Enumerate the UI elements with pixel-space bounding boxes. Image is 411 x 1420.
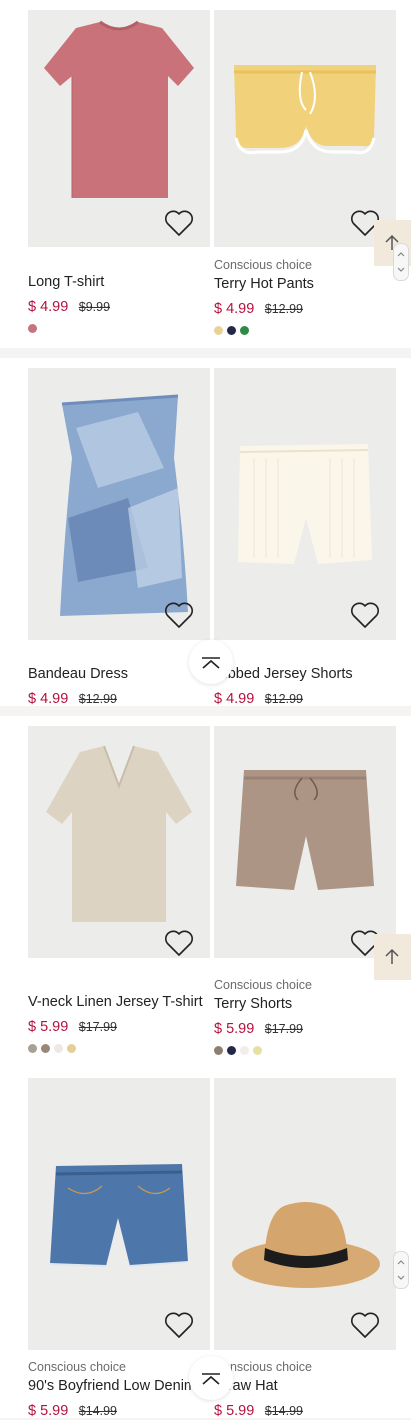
chevron-up-icon <box>202 657 220 669</box>
original-price: $9.99 <box>78 300 111 314</box>
product-image[interactable] <box>214 368 396 640</box>
chevron-up-icon <box>202 1373 220 1385</box>
color-swatch[interactable] <box>214 326 223 335</box>
product-title[interactable]: Ribbed Jersey Shorts <box>214 666 353 682</box>
conscious-choice-badge: Conscious choice <box>28 1360 126 1374</box>
back-to-top-tab[interactable] <box>374 934 411 980</box>
original-price: $12.99 <box>264 692 304 706</box>
back-to-top-button[interactable] <box>189 1356 233 1400</box>
sale-price: $ 5.99 <box>28 1403 69 1419</box>
color-swatch[interactable] <box>240 1046 249 1055</box>
original-price: $12.99 <box>78 692 118 706</box>
product-card[interactable]: Ribbed Jersey Shorts $ 4.99 $12.99 <box>214 368 396 707</box>
price-row: $ 5.99 $17.99 <box>214 1020 303 1038</box>
conscious-choice-badge: Conscious choice <box>214 978 312 992</box>
back-to-top-button[interactable] <box>189 640 233 684</box>
product-title[interactable]: Long T-shirt <box>28 274 104 290</box>
product-row-1: Long T-shirt $ 4.99 $9.99 Conscious choi… <box>0 0 411 348</box>
heart-icon[interactable] <box>164 1311 194 1339</box>
color-swatch[interactable] <box>28 324 37 333</box>
heart-icon[interactable] <box>164 929 194 957</box>
price-row: $ 5.99 $17.99 <box>28 1018 117 1036</box>
sale-price: $ 4.99 <box>28 299 69 315</box>
product-title[interactable]: Terry Hot Pants <box>214 276 314 292</box>
product-card[interactable]: Long T-shirt $ 4.99 $9.99 <box>28 10 210 340</box>
color-swatch[interactable] <box>214 1046 223 1055</box>
color-swatch[interactable] <box>67 1044 76 1053</box>
color-swatch[interactable] <box>28 1044 37 1053</box>
color-swatches <box>28 324 37 333</box>
heart-icon[interactable] <box>350 601 380 629</box>
sale-price: $ 4.99 <box>214 301 255 317</box>
price-row: $ 4.99 $12.99 <box>214 300 303 318</box>
sale-price: $ 4.99 <box>214 691 255 707</box>
product-title[interactable]: Bandeau Dress <box>28 666 128 682</box>
color-swatch[interactable] <box>54 1044 63 1053</box>
original-price: $14.99 <box>78 1404 118 1418</box>
color-swatch[interactable] <box>240 326 249 335</box>
sale-price: $ 5.99 <box>214 1021 255 1037</box>
price-row: $ 5.99 $14.99 <box>28 1402 117 1420</box>
product-card[interactable]: Conscious choice Straw Hat $ 5.99 $14.99 <box>214 1078 396 1420</box>
original-price: $12.99 <box>264 302 304 316</box>
product-image[interactable] <box>214 1078 396 1350</box>
color-swatch[interactable] <box>227 1046 236 1055</box>
product-card[interactable]: V-neck Linen Jersey T-shirt $ 5.99 $17.9… <box>28 726 210 1060</box>
scroll-indicator[interactable] <box>393 1251 409 1289</box>
heart-icon[interactable] <box>350 1311 380 1339</box>
product-title[interactable]: Terry Shorts <box>214 996 292 1012</box>
sale-price: $ 5.99 <box>28 1019 69 1035</box>
product-image[interactable] <box>28 726 210 958</box>
product-image[interactable] <box>28 1078 210 1350</box>
conscious-choice-badge: Conscious choice <box>214 258 312 272</box>
sale-price: $ 5.99 <box>214 1403 255 1419</box>
price-row: $ 4.99 $12.99 <box>214 690 303 708</box>
original-price: $17.99 <box>264 1022 304 1036</box>
product-card[interactable]: Conscious choice Terry Hot Pants $ 4.99 … <box>214 10 396 340</box>
heart-icon[interactable] <box>164 601 194 629</box>
color-swatch[interactable] <box>253 1046 262 1055</box>
product-image[interactable] <box>28 368 210 640</box>
scroll-indicator[interactable] <box>393 243 409 281</box>
product-title[interactable]: V-neck Linen Jersey T-shirt <box>28 994 203 1010</box>
heart-icon[interactable] <box>164 209 194 237</box>
product-card[interactable]: Bandeau Dress $ 4.99 $12.99 <box>28 368 210 707</box>
color-swatch[interactable] <box>41 1044 50 1053</box>
product-title[interactable]: 90's Boyfriend Low Denim <box>28 1378 196 1394</box>
original-price: $17.99 <box>78 1020 118 1034</box>
product-card[interactable]: Conscious choice Terry Shorts $ 5.99 $17… <box>214 726 396 1060</box>
price-row: $ 4.99 $9.99 <box>28 298 110 316</box>
color-swatches <box>214 1046 262 1055</box>
color-swatches <box>214 326 249 335</box>
color-swatches <box>28 1044 76 1053</box>
original-price: $14.99 <box>264 1404 304 1418</box>
price-row: $ 4.99 $12.99 <box>28 690 117 708</box>
price-row: $ 5.99 $14.99 <box>214 1402 303 1420</box>
product-card[interactable]: Conscious choice 90's Boyfriend Low Deni… <box>28 1078 210 1420</box>
product-row-3: V-neck Linen Jersey T-shirt $ 5.99 $17.9… <box>0 716 411 1068</box>
color-swatch[interactable] <box>227 326 236 335</box>
sale-price: $ 4.99 <box>28 691 69 707</box>
product-image[interactable] <box>214 726 396 958</box>
